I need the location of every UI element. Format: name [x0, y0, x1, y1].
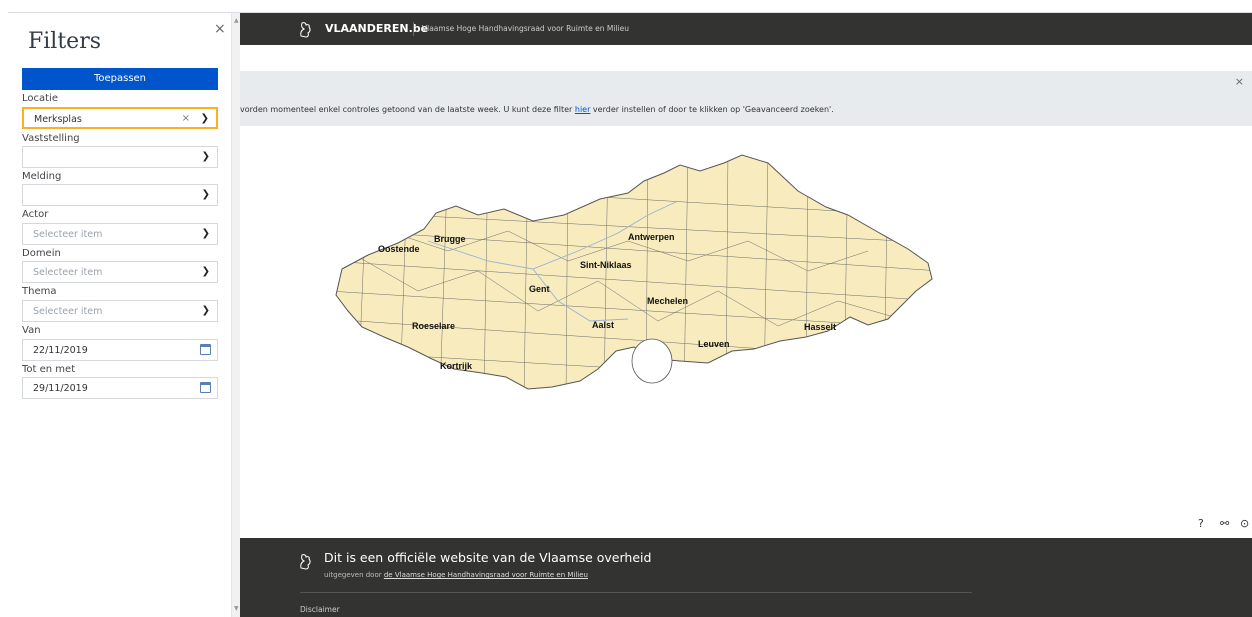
- info-notice: vorden momenteel enkel controles getoond…: [240, 71, 1252, 126]
- city-label: Sint-Niklaas: [580, 260, 632, 270]
- scroll-up-icon[interactable]: ▲: [234, 17, 239, 24]
- domein-placeholder: Selecteer item: [33, 267, 103, 278]
- thema-placeholder: Selecteer item: [33, 306, 103, 317]
- city-label: Antwerpen: [628, 232, 675, 242]
- organisation-name: Vlaamse Hoge Handhavingsraad voor Ruimte…: [422, 24, 629, 33]
- chevron-down-icon: ❯: [201, 266, 210, 277]
- chevron-down-icon: ❯: [201, 305, 210, 316]
- filter-label-tot-en-met: Tot en met: [22, 364, 76, 375]
- city-label: Mechelen: [647, 296, 688, 306]
- chevron-down-icon: ❯: [201, 189, 210, 200]
- top-bar: VLAANDEREN.be Vlaamse Hoge Handhavingsra…: [240, 13, 1252, 45]
- flanders-map[interactable]: Oostende Brugge Antwerpen Sint-Niklaas G…: [328, 151, 940, 396]
- city-label: Kortrijk: [440, 361, 473, 371]
- flemish-lion-icon: [300, 22, 311, 38]
- close-sidebar-icon[interactable]: ×: [214, 21, 226, 37]
- clear-icon[interactable]: ×: [182, 113, 190, 124]
- sidebar-scrollbar[interactable]: [232, 13, 240, 617]
- calendar-icon[interactable]: [200, 344, 211, 355]
- header-divider: [413, 22, 414, 36]
- filter-label-thema: Thema: [22, 286, 57, 297]
- brussels-gap: [631, 338, 673, 384]
- footer-divider: [300, 592, 972, 593]
- scroll-down-icon[interactable]: ▼: [234, 605, 239, 612]
- sidebar-title: Filters: [28, 29, 102, 54]
- city-label: Oostende: [378, 244, 420, 254]
- thema-select[interactable]: Selecteer item ❯: [22, 300, 218, 322]
- chevron-down-icon: ❯: [201, 228, 210, 239]
- actor-placeholder: Selecteer item: [33, 229, 103, 240]
- city-label: Brugge: [434, 234, 466, 244]
- calendar-icon[interactable]: [200, 382, 211, 393]
- filter-label-van: Van: [22, 325, 41, 336]
- tot-date-value: 29/11/2019: [33, 383, 88, 394]
- disclaimer-link[interactable]: Disclaimer: [300, 605, 340, 614]
- close-notice-icon[interactable]: ×: [1235, 75, 1244, 88]
- actor-select[interactable]: Selecteer item ❯: [22, 223, 218, 245]
- van-date-value: 22/11/2019: [33, 345, 88, 356]
- city-label: Leuven: [698, 339, 730, 349]
- notice-text: vorden momenteel enkel controles getoond…: [240, 105, 834, 114]
- city-label: Aalst: [592, 320, 614, 330]
- chevron-down-icon: ❯: [200, 113, 209, 124]
- filter-label-locatie: Locatie: [22, 93, 58, 104]
- apply-button[interactable]: Toepassen: [22, 68, 218, 90]
- footer-subtitle: uitgegeven door de Vlaamse Hoge Handhavi…: [324, 571, 588, 579]
- filters-sidebar: Filters × Toepassen Locatie Merksplas × …: [8, 13, 232, 617]
- footer-title: Dit is een officiële website van de Vlaa…: [324, 550, 652, 565]
- notice-link[interactable]: hier: [575, 105, 591, 114]
- help-icon[interactable]: ?: [1198, 517, 1204, 530]
- city-label: Gent: [529, 284, 550, 294]
- site-footer: Dit is een officiële website van de Vlaa…: [240, 538, 1252, 617]
- filter-label-vaststelling: Vaststelling: [22, 133, 80, 144]
- domein-select[interactable]: Selecteer item ❯: [22, 261, 218, 283]
- location-select[interactable]: Merksplas × ❯: [22, 107, 218, 129]
- flemish-lion-icon: [300, 554, 311, 570]
- city-label: Roeselare: [412, 321, 455, 331]
- locate-icon[interactable]: ⊙: [1240, 517, 1249, 530]
- vaststelling-select[interactable]: ❯: [22, 146, 218, 168]
- filter-label-actor: Actor: [22, 209, 49, 220]
- main-content: VLAANDEREN.be Vlaamse Hoge Handhavingsra…: [240, 13, 1252, 617]
- filter-label-melding: Melding: [22, 171, 62, 182]
- tot-date-input[interactable]: 29/11/2019: [22, 377, 218, 399]
- app-frame: Filters × Toepassen Locatie Merksplas × …: [8, 12, 1252, 617]
- location-value: Merksplas: [34, 114, 82, 125]
- share-icon[interactable]: ⚯: [1220, 517, 1229, 530]
- filter-label-domein: Domein: [22, 248, 61, 259]
- van-date-input[interactable]: 22/11/2019: [22, 339, 218, 361]
- footer-org-link[interactable]: de Vlaamse Hoge Handhavingsraad voor Rui…: [384, 571, 588, 579]
- melding-select[interactable]: ❯: [22, 184, 218, 206]
- city-label: Hasselt: [804, 322, 836, 332]
- chevron-down-icon: ❯: [201, 151, 210, 162]
